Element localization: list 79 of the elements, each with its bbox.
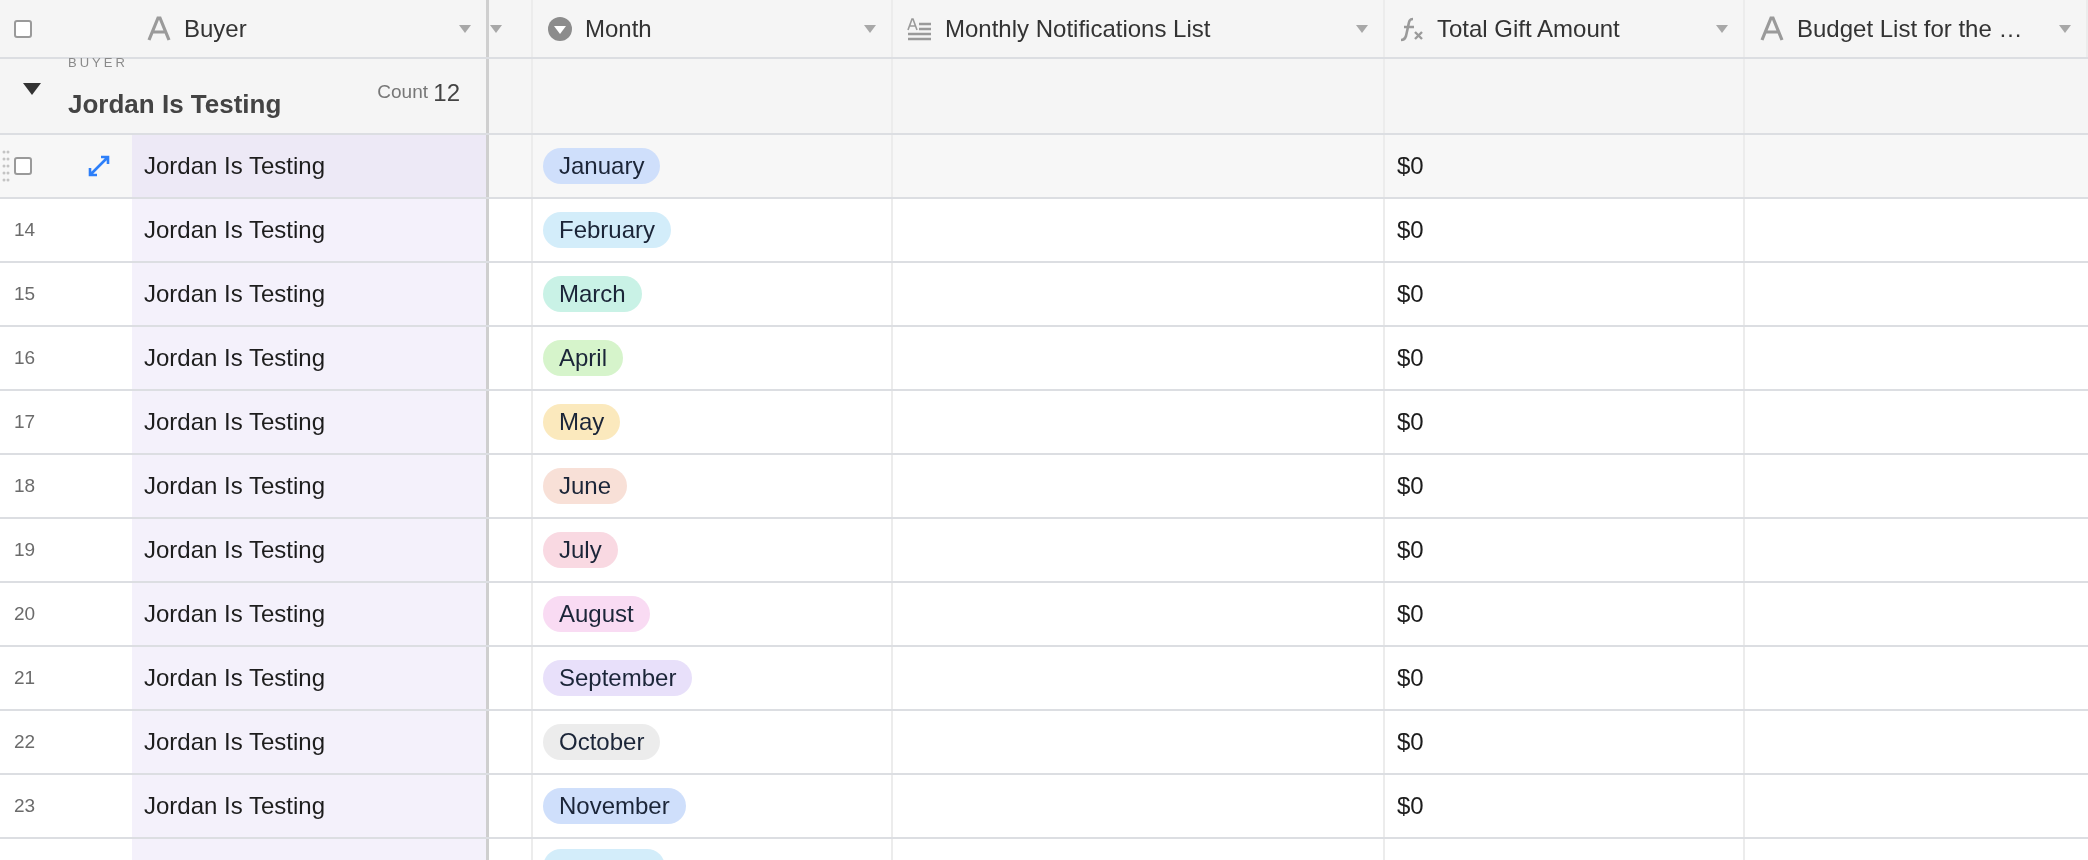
month-tag: November (543, 788, 686, 824)
table-row[interactable]: 22 Jordan Is Testing October $0 (0, 711, 2088, 775)
buyer-cell: Jordan Is Testing (144, 792, 325, 820)
buyer-cell: Jordan Is Testing (144, 216, 325, 244)
row-number: 22 (14, 731, 36, 753)
total-cell: $0 (1397, 600, 1424, 628)
drag-handle-icon[interactable] (2, 149, 10, 183)
long-text-icon (907, 15, 933, 42)
total-cell: $0 (1397, 728, 1424, 756)
buyer-cell: Jordan Is Testing (144, 472, 325, 500)
buyer-cell: Jordan Is Testing (144, 152, 325, 180)
table-row[interactable]: 23 Jordan Is Testing November $0 (0, 775, 2088, 839)
dropdown-caret-icon[interactable] (1715, 23, 1729, 34)
month-tag: April (543, 340, 623, 376)
table-row[interactable]: 20 Jordan Is Testing August $0 (0, 583, 2088, 647)
month-tag: September (543, 660, 693, 696)
row-number: 21 (14, 667, 36, 689)
table-row[interactable]: 16 Jordan Is Testing April $0 (0, 327, 2088, 391)
total-cell: $0 (1397, 344, 1424, 372)
table-row[interactable]: 17 Jordan Is Testing May $0 (0, 391, 2088, 455)
buyer-cell: Jordan Is Testing (144, 280, 325, 308)
row-number: 19 (14, 539, 36, 561)
total-cell: $0 (1397, 152, 1424, 180)
row-number: 17 (14, 411, 36, 433)
group-field-label: BUYER (68, 55, 128, 70)
month-tag: May (543, 404, 621, 440)
total-cell: $0 (1397, 216, 1424, 244)
table-row[interactable]: 21 Jordan Is Testing September $0 (0, 647, 2088, 711)
month-tag: February (543, 212, 672, 248)
total-cell: $0 (1397, 472, 1424, 500)
total-cell: $0 (1397, 664, 1424, 692)
dropdown-caret-icon[interactable] (489, 23, 503, 34)
month-tag: June (543, 468, 628, 504)
buyer-cell: Jordan Is Testing (144, 536, 325, 564)
collapse-triangle-icon[interactable] (22, 81, 42, 97)
count-label: Count (377, 81, 428, 103)
select-all-checkbox[interactable] (14, 19, 32, 38)
row-number: 18 (14, 475, 36, 497)
text-field-icon (1759, 15, 1785, 42)
month-tag: August (543, 596, 650, 632)
column-header[interactable]: Budget List for the … (1797, 14, 2058, 43)
table-row[interactable]: Jordan Is Testing January $0 (0, 135, 2088, 199)
group-title: Jordan Is Testing (68, 89, 282, 120)
dropdown-caret-icon[interactable] (458, 23, 472, 34)
total-cell: $0 (1397, 280, 1424, 308)
row-number: 20 (14, 603, 36, 625)
buyer-cell: Jordan Is Testing (144, 600, 325, 628)
table-row[interactable]: 19 Jordan Is Testing July $0 (0, 519, 2088, 583)
row-number: 23 (14, 795, 36, 817)
row-number: 16 (14, 347, 36, 369)
count-value: 12 (433, 79, 460, 107)
formula-icon (1399, 15, 1425, 42)
row-checkbox[interactable] (14, 157, 32, 175)
dropdown-caret-icon[interactable] (1355, 23, 1369, 34)
buyer-cell: Jordan Is Testing (144, 664, 325, 692)
column-header[interactable]: Buyer (184, 14, 458, 43)
dropdown-caret-icon[interactable] (2058, 23, 2072, 34)
table-row[interactable]: 15 Jordan Is Testing March $0 (0, 263, 2088, 327)
row-number: 15 (14, 283, 36, 305)
dropdown-circle-icon (547, 15, 573, 42)
table-row[interactable]: 18 Jordan Is Testing June $0 (0, 455, 2088, 519)
column-header[interactable]: Total Gift Amount (1437, 14, 1715, 43)
buyer-cell: Jordan Is Testing (144, 344, 325, 372)
total-cell: $0 (1397, 408, 1424, 436)
row-number: 14 (14, 219, 36, 241)
total-cell: $0 (1397, 792, 1424, 820)
column-header[interactable]: Monthly Notifications List (945, 14, 1355, 43)
month-tag: January (543, 148, 661, 184)
text-field-icon (146, 15, 172, 42)
buyer-cell: Jordan Is Testing (144, 728, 325, 756)
month-tag: March (543, 276, 642, 312)
month-tag: July (543, 532, 618, 568)
month-tag: October (543, 724, 661, 760)
total-cell: $0 (1397, 536, 1424, 564)
table-row[interactable]: 14 Jordan Is Testing February $0 (0, 199, 2088, 263)
buyer-cell: Jordan Is Testing (144, 408, 325, 436)
dropdown-caret-icon[interactable] (863, 23, 877, 34)
column-header[interactable]: Month (585, 14, 863, 43)
expand-arrows-icon[interactable] (87, 154, 111, 178)
